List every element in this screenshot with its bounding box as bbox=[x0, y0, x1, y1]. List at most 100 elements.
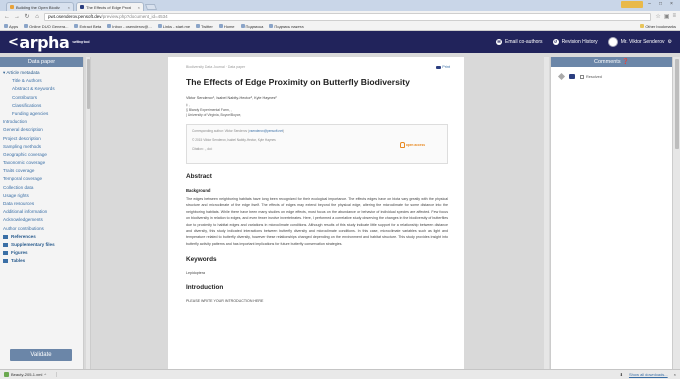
sidebar-item[interactable]: Additional information bbox=[3, 208, 80, 216]
bookmark-item[interactable]: Подпись пакета bbox=[269, 23, 304, 29]
sidebar-item[interactable]: Geographic coverage bbox=[3, 151, 80, 159]
sidebar-item[interactable]: Introduction bbox=[3, 118, 80, 126]
bookmark-item[interactable]: Online DUO Genera... bbox=[24, 24, 68, 29]
bookmark-item[interactable]: Extract Beta bbox=[74, 24, 101, 29]
browser-tab-1[interactable]: The Effects of Edge Proxi × bbox=[76, 2, 144, 11]
sidebar-item[interactable]: Sampling methods bbox=[3, 143, 80, 151]
introduction-heading: Introduction bbox=[186, 284, 224, 292]
left-navigation-panel: Data paper ▾ Article metadata Title & Aut… bbox=[0, 57, 84, 369]
maximize-icon[interactable]: □ bbox=[656, 1, 665, 8]
affiliation: | University of Virginia, Boyce/Boyce, bbox=[186, 113, 242, 117]
bookmark-label: Подпись пакета bbox=[274, 23, 304, 29]
sidebar-item[interactable]: Taxonomic coverage bbox=[3, 159, 80, 167]
close-window-icon[interactable]: × bbox=[667, 1, 676, 8]
add-comment-icon[interactable] bbox=[569, 74, 575, 79]
download-icon: ⬇ bbox=[619, 372, 623, 377]
introduction-text[interactable]: PLEASE WRITE YOUR INTRODUCTION HERE bbox=[186, 299, 450, 303]
sidebar-item-label: Abstract & Keywords bbox=[12, 86, 55, 92]
bookmark-item[interactable]: Inbox - osenderov@... bbox=[107, 24, 152, 29]
sidebar-item[interactable]: Contributors bbox=[3, 94, 80, 102]
minimize-icon[interactable]: – bbox=[645, 1, 654, 8]
sidebar-item[interactable]: References bbox=[3, 233, 80, 241]
bookmark-star-icon[interactable]: ☆ bbox=[655, 13, 660, 20]
validate-button[interactable]: Validate bbox=[10, 349, 72, 361]
bookmark-item[interactable]: Apps bbox=[4, 24, 18, 29]
profile-button[interactable] bbox=[621, 1, 643, 8]
resolved-filter[interactable]: Resolved bbox=[580, 74, 602, 79]
print-button[interactable]: Print bbox=[436, 65, 450, 69]
sidebar-item[interactable]: Data resources bbox=[3, 200, 80, 208]
scrollbar-thumb[interactable] bbox=[87, 59, 90, 109]
sidebar-item[interactable]: Traits coverage bbox=[3, 167, 80, 175]
reload-icon[interactable]: ↻ bbox=[24, 13, 30, 20]
home-icon[interactable]: ⌂ bbox=[34, 14, 40, 20]
sidebar-item[interactable]: Acknowledgements bbox=[3, 216, 80, 224]
sidebar-item-label: Usage rights bbox=[3, 192, 29, 198]
download-item[interactable]: Beauty-205-1.xml ^ bbox=[4, 372, 58, 377]
forward-icon[interactable]: → bbox=[14, 14, 20, 20]
sidebar-item[interactable]: Figures bbox=[3, 249, 80, 257]
sidebar-item[interactable]: Author contributions bbox=[3, 225, 80, 233]
bookmark-item[interactable]: Links - start.me bbox=[157, 24, 190, 29]
window-controls: – □ × bbox=[621, 1, 676, 8]
sidebar-item[interactable]: Collection data bbox=[3, 184, 80, 192]
help-icon[interactable]: ❓ bbox=[622, 59, 629, 65]
scrollbar-thumb[interactable] bbox=[675, 59, 679, 149]
new-tab-button[interactable] bbox=[144, 4, 158, 10]
sidebar-item-label: Classifications bbox=[12, 102, 42, 108]
sidebar-item[interactable]: Tables bbox=[3, 257, 80, 265]
mail-icon bbox=[107, 24, 112, 28]
window-scrollbar[interactable] bbox=[672, 57, 680, 369]
email-coauthors-label: Email co-authors bbox=[505, 39, 543, 45]
article-title[interactable]: The Effects of Edge Proximity on Butterf… bbox=[186, 77, 450, 87]
left-panel-scrollbar[interactable] bbox=[86, 57, 91, 369]
resolved-checkbox[interactable] bbox=[580, 74, 584, 79]
pin-icon[interactable] bbox=[557, 72, 566, 81]
print-label: Print bbox=[442, 65, 450, 69]
sidebar-item[interactable]: Supplementary files bbox=[3, 241, 80, 249]
sidebar-item[interactable]: Project description bbox=[3, 135, 80, 143]
sidebar-item-label: Title & Authors bbox=[12, 78, 42, 84]
comments-toolbar: Resolved bbox=[551, 67, 672, 86]
sidebar-item[interactable]: Abstract & Keywords bbox=[3, 85, 80, 93]
sidebar-item[interactable]: Funding agencies bbox=[3, 110, 80, 118]
bookmark-item[interactable]: Twitter bbox=[196, 24, 213, 29]
bookmark-icon bbox=[157, 24, 162, 28]
url-host: pwt.osenderov.pensoft.dev bbox=[48, 14, 102, 19]
bookmark-item[interactable]: Home bbox=[218, 24, 235, 29]
menu-icon[interactable]: ≡ bbox=[672, 13, 676, 20]
document-scrollbar[interactable] bbox=[544, 57, 549, 369]
sidebar-item[interactable]: General description bbox=[3, 126, 80, 134]
sidebar-item[interactable]: Temporal coverage bbox=[3, 175, 80, 183]
keywords-text[interactable]: Lepidoptera bbox=[186, 271, 450, 275]
arpha-logo[interactable]: < arpha writing tool bbox=[8, 33, 90, 52]
other-bookmarks[interactable]: Other bookmarks bbox=[640, 24, 676, 29]
gear-icon[interactable]: ⚙ bbox=[668, 39, 672, 45]
authors-line[interactable]: Viktor Senderov¹, Isabel Nabity-Hector²,… bbox=[186, 96, 450, 100]
chevron-up-icon[interactable]: ^ bbox=[44, 372, 46, 377]
avatar bbox=[607, 37, 618, 47]
back-icon[interactable]: ← bbox=[4, 14, 10, 20]
background-paragraph[interactable]: The edges between neighboring habitats h… bbox=[186, 196, 448, 247]
email-coauthors-button[interactable]: ✉ Email co-authors bbox=[496, 39, 543, 45]
url-field[interactable]: pwt.osenderov.pensoft.dev /preview.php?d… bbox=[44, 12, 652, 21]
user-menu[interactable]: Mr. Viktor Senderov ⚙ bbox=[607, 37, 672, 47]
tab-favicon-icon bbox=[10, 5, 14, 9]
comments-title-bar: Comments ❓ bbox=[551, 57, 672, 67]
close-tab-icon[interactable]: × bbox=[138, 5, 140, 10]
extension-icon[interactable]: ▣ bbox=[664, 13, 670, 20]
browser-tab-0[interactable]: Building the Open Biodiv × bbox=[6, 2, 74, 11]
sidebar-item[interactable]: ▾ Article metadata bbox=[3, 69, 80, 77]
sidebar-item[interactable]: Title & Authors bbox=[3, 77, 80, 85]
bookmark-label: Other bookmarks bbox=[645, 23, 676, 29]
corresponding-email-link[interactable]: vsenderov@pensoft.net bbox=[249, 129, 283, 133]
sidebar-item[interactable]: Classifications bbox=[3, 102, 80, 110]
close-download-bar-icon[interactable]: × bbox=[674, 372, 676, 377]
keywords-heading: Keywords bbox=[186, 256, 217, 264]
revision-history-button[interactable]: ↺ Revision History bbox=[552, 39, 598, 45]
bookmark-item[interactable]: Подписка bbox=[240, 24, 263, 29]
sidebar-item-label: Contributors bbox=[12, 94, 38, 100]
sidebar-item[interactable]: Usage rights bbox=[3, 192, 80, 200]
close-tab-icon[interactable]: × bbox=[68, 5, 70, 10]
show-all-downloads-link[interactable]: Show all downloads... bbox=[629, 372, 668, 377]
